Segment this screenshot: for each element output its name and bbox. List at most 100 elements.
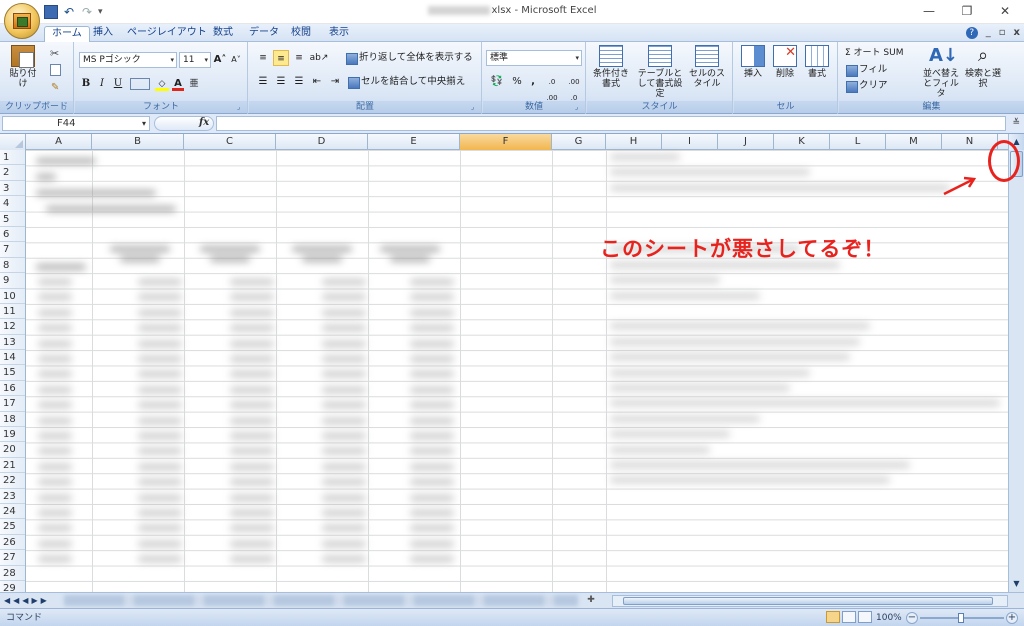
- row-header[interactable]: 17: [0, 396, 25, 412]
- cut-icon[interactable]: ✂: [50, 46, 59, 62]
- row-header[interactable]: 2: [0, 165, 25, 181]
- underline-button[interactable]: U: [111, 76, 125, 92]
- find-select-button[interactable]: ⌕ 検索と選択: [965, 45, 1001, 89]
- font-color-button[interactable]: A: [171, 76, 185, 92]
- autosum-button[interactable]: Σ オート SUM: [845, 46, 903, 60]
- decrease-decimal-icon[interactable]: .00 .0: [564, 74, 584, 102]
- zoom-slider-knob[interactable]: [958, 613, 964, 623]
- align-center-icon[interactable]: ☰: [273, 74, 289, 90]
- normal-view-icon[interactable]: [826, 611, 840, 623]
- fill-button[interactable]: フィル: [845, 62, 887, 78]
- tab-insert[interactable]: 挿入: [86, 26, 120, 42]
- horizontal-scrollbar[interactable]: [612, 595, 1008, 607]
- name-box[interactable]: F44 ▾: [2, 116, 150, 131]
- comma-button[interactable]: ,: [526, 74, 540, 90]
- insert-function-button[interactable]: fx: [199, 117, 209, 128]
- column-header-k[interactable]: K: [774, 134, 830, 150]
- fill-color-button[interactable]: ◇: [155, 76, 169, 92]
- row-header[interactable]: 4: [0, 196, 25, 212]
- column-header-l[interactable]: L: [830, 134, 886, 150]
- row-header[interactable]: 5: [0, 212, 25, 227]
- clipboard-launcher-icon[interactable]: ⌟: [63, 104, 71, 112]
- tab-review[interactable]: 校閲: [284, 26, 318, 42]
- wrap-text-button[interactable]: 折り返して全体を表示する: [345, 50, 473, 66]
- column-header-e[interactable]: E: [368, 134, 460, 150]
- row-header[interactable]: 18: [0, 412, 25, 428]
- scroll-down-icon[interactable]: ▼: [1009, 576, 1024, 592]
- row-header[interactable]: 1: [0, 150, 25, 166]
- font-launcher-icon[interactable]: ⌟: [237, 104, 245, 112]
- column-header-m[interactable]: M: [886, 134, 942, 150]
- decrease-indent-icon[interactable]: ⇤: [309, 74, 325, 90]
- row-header[interactable]: 20: [0, 442, 25, 458]
- italic-button[interactable]: I: [95, 76, 109, 92]
- alignment-launcher-icon[interactable]: ⌟: [471, 104, 479, 112]
- merge-center-button[interactable]: セルを結合して中央揃え: [347, 74, 465, 90]
- row-header[interactable]: 22: [0, 473, 25, 489]
- bold-button[interactable]: B: [79, 76, 93, 92]
- copy-icon[interactable]: [50, 64, 61, 76]
- format-cells-button[interactable]: 書式: [802, 45, 832, 79]
- increase-indent-icon[interactable]: ⇥: [327, 74, 343, 90]
- borders-icon[interactable]: [130, 78, 150, 90]
- clear-button[interactable]: クリア: [845, 78, 888, 94]
- row-header[interactable]: 28: [0, 566, 25, 581]
- workbook-minimize-button[interactable]: _: [986, 27, 991, 39]
- format-painter-icon[interactable]: ✎: [51, 82, 59, 94]
- select-all-button[interactable]: [0, 134, 26, 150]
- phonetic-icon[interactable]: 亜: [187, 76, 201, 92]
- row-header[interactable]: 15: [0, 365, 25, 381]
- number-launcher-icon[interactable]: ⌟: [575, 104, 583, 112]
- format-as-table-button[interactable]: テーブルとして書式設定: [635, 45, 685, 99]
- tab-page-layout[interactable]: ページレイアウト: [120, 26, 214, 42]
- font-size-select[interactable]: 11 ▾: [179, 52, 211, 68]
- column-header-h[interactable]: H: [606, 134, 662, 150]
- office-button[interactable]: [4, 3, 40, 39]
- column-header-n[interactable]: N: [942, 134, 998, 150]
- row-header[interactable]: 6: [0, 227, 25, 243]
- row-header[interactable]: 7: [0, 242, 25, 258]
- row-header[interactable]: 14: [0, 350, 25, 366]
- page-break-view-icon[interactable]: [858, 611, 872, 623]
- vertical-scrollbar[interactable]: ▲ ▼: [1008, 134, 1024, 592]
- row-header[interactable]: 25: [0, 519, 25, 535]
- row-header[interactable]: 16: [0, 381, 25, 397]
- align-middle-icon[interactable]: ≡: [273, 50, 289, 66]
- row-header[interactable]: 11: [0, 304, 25, 320]
- restore-button[interactable]: ❐: [948, 0, 986, 22]
- align-left-icon[interactable]: ☰: [255, 74, 271, 90]
- tab-view[interactable]: 表示: [322, 26, 356, 42]
- column-header-c[interactable]: C: [184, 134, 276, 150]
- delete-cells-button[interactable]: 削除: [770, 45, 800, 79]
- page-layout-view-icon[interactable]: [842, 611, 856, 623]
- blurred-sheet-tabs[interactable]: [64, 595, 578, 606]
- insert-sheet-icon[interactable]: ✚: [582, 594, 600, 607]
- row-header[interactable]: 19: [0, 427, 25, 443]
- column-header-b[interactable]: B: [92, 134, 184, 150]
- tab-home[interactable]: ホーム: [44, 26, 90, 42]
- row-header[interactable]: 10: [0, 289, 25, 304]
- row-header[interactable]: 23: [0, 489, 25, 504]
- workbook-close-button[interactable]: x: [1014, 27, 1020, 39]
- row-header[interactable]: 27: [0, 550, 25, 566]
- number-format-select[interactable]: 標準 ▾: [486, 50, 582, 66]
- conditional-format-button[interactable]: 条件付き書式: [589, 45, 633, 89]
- row-header[interactable]: 3: [0, 181, 25, 197]
- row-header[interactable]: 13: [0, 335, 25, 351]
- grow-font-button[interactable]: A˄: [213, 52, 227, 68]
- font-name-select[interactable]: MS Pゴシック ▾: [79, 52, 177, 68]
- currency-icon[interactable]: 💱: [486, 74, 508, 90]
- zoom-out-icon[interactable]: −: [906, 612, 918, 624]
- close-button[interactable]: ✕: [986, 0, 1024, 22]
- column-header-g[interactable]: G: [552, 134, 606, 150]
- paste-button[interactable]: 貼り付け: [6, 45, 40, 89]
- zoom-in-icon[interactable]: +: [1006, 612, 1018, 624]
- cell-styles-button[interactable]: セルのスタイル: [687, 45, 727, 89]
- worksheet-grid[interactable]: A B C D E F G H I J K L M N 1 2 3 4 5 6 7 8 9 10 1…: [0, 134, 1008, 592]
- row-header[interactable]: 26: [0, 535, 25, 551]
- workbook-restore-button[interactable]: ▫: [999, 27, 1006, 39]
- column-header-a[interactable]: A: [26, 134, 92, 150]
- sheet-navigation-icons[interactable]: ◀◀◀▶▶: [4, 593, 50, 609]
- column-header-f[interactable]: F: [460, 134, 552, 150]
- row-header[interactable]: 21: [0, 458, 25, 474]
